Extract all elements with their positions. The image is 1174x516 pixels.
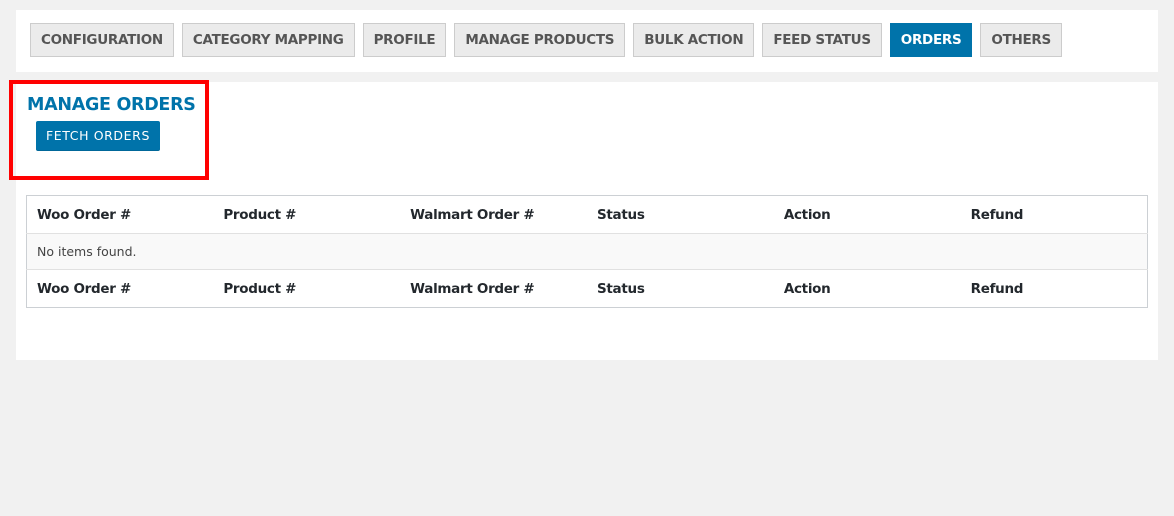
tab-orders[interactable]: ORDERS: [889, 23, 973, 57]
table-row: No items found.: [26, 233, 1148, 270]
column-header-refund[interactable]: Refund: [960, 195, 1148, 234]
column-header-product[interactable]: Product #: [213, 195, 401, 234]
column-footer-status[interactable]: Status: [586, 269, 774, 308]
tab-bar: CONFIGURATION CATEGORY MAPPING PROFILE MANA…: [16, 10, 1158, 72]
highlight-box: [9, 80, 209, 180]
column-footer-refund[interactable]: Refund: [960, 269, 1148, 308]
column-header-status[interactable]: Status: [586, 195, 774, 234]
tab-category-mapping[interactable]: CATEGORY MAPPING: [181, 23, 355, 57]
column-footer-walmart-order[interactable]: Walmart Order #: [400, 269, 587, 308]
empty-message: No items found.: [26, 233, 1148, 270]
table-footer-row: Woo Order # Product # Walmart Order # St…: [26, 269, 1148, 308]
tab-others[interactable]: OTHERS: [980, 23, 1062, 57]
tab-feed-status[interactable]: FEED STATUS: [762, 23, 882, 57]
column-header-action[interactable]: Action: [773, 195, 961, 234]
column-footer-woo-order[interactable]: Woo Order #: [26, 269, 214, 308]
table-header-row: Woo Order # Product # Walmart Order # St…: [26, 195, 1148, 234]
tab-bulk-action[interactable]: BULK ACTION: [633, 23, 755, 57]
tab-configuration[interactable]: CONFIGURATION: [30, 23, 174, 57]
tab-manage-products[interactable]: MANAGE PRODUCTS: [454, 23, 626, 57]
column-header-walmart-order[interactable]: Walmart Order #: [400, 195, 587, 234]
column-header-woo-order[interactable]: Woo Order #: [26, 195, 214, 234]
column-footer-product[interactable]: Product #: [213, 269, 401, 308]
tab-profile[interactable]: PROFILE: [362, 23, 447, 57]
orders-table: Woo Order # Product # Walmart Order # St…: [26, 195, 1148, 308]
column-footer-action[interactable]: Action: [773, 269, 961, 308]
